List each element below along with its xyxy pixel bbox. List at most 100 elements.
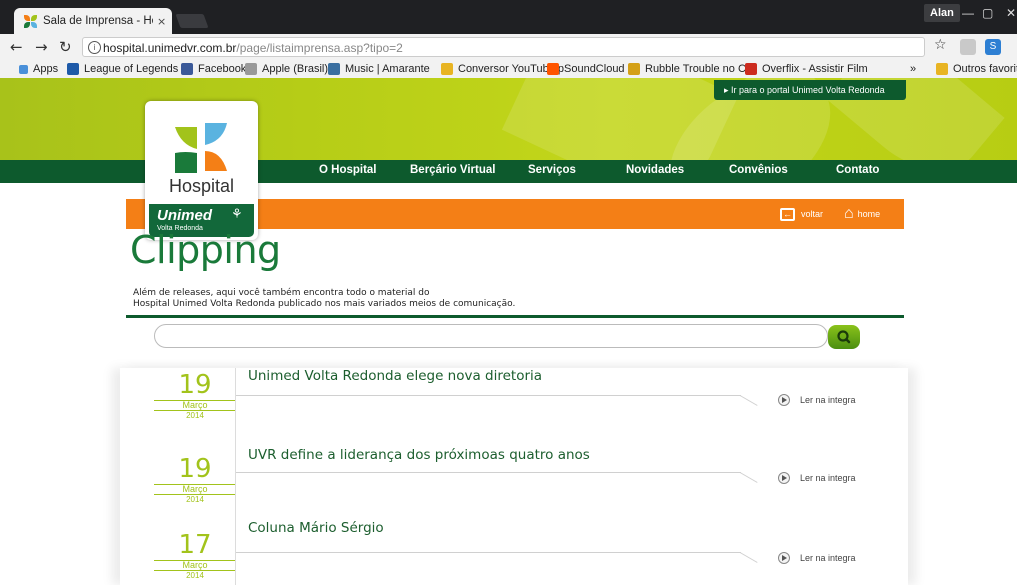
news-year: 2014 <box>186 571 204 580</box>
title-underline <box>236 395 741 396</box>
bookmark-item[interactable]: Apple (Brasil) <box>245 62 328 76</box>
menu-contato[interactable]: Contato <box>836 164 879 176</box>
skype-extension-icon[interactable]: S <box>985 39 1001 55</box>
bookmark-item[interactable]: League of Legends <box>67 62 178 76</box>
news-title[interactable]: UVR define a liderança dos próximoas qua… <box>248 447 590 463</box>
music-icon <box>328 63 340 75</box>
news-date: 19 Março 2014 <box>154 372 236 420</box>
news-year: 2014 <box>186 495 204 504</box>
search-input[interactable] <box>154 324 828 348</box>
bookmark-item[interactable]: Overflix - Assistir Film <box>745 62 868 76</box>
extension-icon[interactable] <box>960 39 976 55</box>
bookmark-item[interactable]: Rubble Trouble no Cl <box>628 62 748 76</box>
converter-icon <box>441 63 453 75</box>
menu-novidades[interactable]: Novidades <box>626 164 684 176</box>
portal-link[interactable]: ▸ Ir para o portal Unimed Volta Redonda <box>714 80 906 100</box>
back-arrow-icon[interactable]: ← <box>10 38 23 56</box>
maximize-icon[interactable]: ▢ <box>982 4 993 22</box>
address-bar[interactable]: i hospital.unimedvr.com.br/page/listaimp… <box>82 37 925 57</box>
bookmark-item[interactable]: SoundCloud <box>547 62 625 76</box>
news-title[interactable]: Unimed Volta Redonda elege nova diretori… <box>248 368 542 384</box>
soundcloud-icon <box>547 63 559 75</box>
bookmark-star-icon[interactable]: ☆ <box>934 37 947 53</box>
home-link[interactable]: ⌂ home <box>844 205 880 223</box>
search-icon <box>837 330 851 344</box>
page-title: Clipping <box>130 228 281 272</box>
news-month: Março <box>154 400 236 411</box>
news-day: 19 <box>178 454 212 484</box>
browser-tab[interactable]: Sala de Imprensa - Hosp × <box>14 8 172 34</box>
menu-servicos[interactable]: Serviços <box>528 164 576 176</box>
search-button[interactable] <box>828 325 860 349</box>
bookmark-label: Music | Amarante <box>345 63 430 75</box>
url-path: /page/listaimprensa.asp?tipo=2 <box>236 41 403 55</box>
underline-bevel <box>739 472 758 483</box>
browser-tabstrip: Sala de Imprensa - Hosp × Alan — ▢ ✕ <box>0 0 1017 34</box>
league-icon <box>67 63 79 75</box>
news-date: 17 Março 2014 <box>154 532 236 580</box>
logo-hospital-text: Hospital <box>168 176 235 196</box>
title-underline <box>236 472 741 473</box>
underline-bevel <box>739 552 758 563</box>
profile-button[interactable]: Alan <box>924 4 960 22</box>
menu-o-hospital[interactable]: O Hospital <box>319 164 377 176</box>
tab-close-icon[interactable]: × <box>157 15 166 28</box>
bookmark-label: Overflix - Assistir Film <box>762 63 868 75</box>
news-list: 19 Março 2014 Unimed Volta Redonda elege… <box>120 368 908 585</box>
read-more-link[interactable]: Ler na integra <box>778 392 856 408</box>
home-icon: ⌂ <box>844 205 854 222</box>
voltar-link[interactable]: ← voltar <box>780 205 823 223</box>
menu-convenios[interactable]: Convênios <box>729 164 788 176</box>
news-day: 19 <box>178 370 212 400</box>
other-bookmarks[interactable]: Outros favoritos <box>936 62 1017 76</box>
news-title[interactable]: Coluna Mário Sérgio <box>248 520 384 536</box>
bookmarks-overflow-button[interactable]: » <box>910 62 916 76</box>
description-line: Além de releases, aqui você também encon… <box>133 288 430 298</box>
reload-icon[interactable]: ↻ <box>59 38 72 56</box>
url-text: hospital.unimedvr.com.br/page/listaimpre… <box>103 38 403 58</box>
divider <box>126 315 904 318</box>
read-more-link[interactable]: Ler na integra <box>778 470 856 486</box>
item-divider <box>235 440 236 516</box>
forward-arrow-icon[interactable]: → <box>35 38 48 56</box>
description-line: Hospital Unimed Volta Redonda publicado … <box>133 299 516 309</box>
overflix-icon <box>745 63 757 75</box>
url-host: hospital.unimedvr.com.br <box>103 41 237 55</box>
news-date: 19 Março 2014 <box>154 456 236 504</box>
news-day: 17 <box>178 530 212 560</box>
news-month: Março <box>154 484 236 495</box>
site-info-icon[interactable]: i <box>88 41 101 54</box>
bookmark-label: Facebook <box>198 63 247 75</box>
item-divider <box>235 368 236 440</box>
hospital-logo[interactable]: Hospital Unimed ⚘ Volta Redonda <box>145 101 258 240</box>
hospital-favicon-icon <box>24 14 37 28</box>
bookmark-item[interactable]: Conversor YouTube p <box>441 62 564 76</box>
facebook-icon <box>181 63 193 75</box>
voltar-label: voltar <box>801 209 824 219</box>
bookmark-label: Apple (Brasil) <box>262 63 329 75</box>
back-icon: ← <box>780 207 795 221</box>
item-divider <box>235 516 236 585</box>
news-month: Março <box>154 560 236 571</box>
bookmark-label: SoundCloud <box>564 63 625 75</box>
close-window-icon[interactable]: ✕ <box>1006 4 1016 22</box>
bookmark-label: Rubble Trouble no Cl <box>645 63 749 75</box>
unimed-tree-icon: ⚘ <box>231 207 243 222</box>
bookmark-item[interactable]: Music | Amarante <box>328 62 430 76</box>
title-underline <box>236 552 741 553</box>
page-content: ▸ Ir para o portal Unimed Volta Redonda … <box>0 78 1017 585</box>
home-label: home <box>857 209 881 219</box>
read-more-label: Ler na integra <box>800 395 856 405</box>
news-year: 2014 <box>186 411 204 420</box>
new-tab-button[interactable] <box>175 14 209 28</box>
menu-bercario-virtual[interactable]: Berçário Virtual <box>410 164 495 176</box>
read-more-link[interactable]: Ler na integra <box>778 550 856 566</box>
rubble-icon <box>628 63 640 75</box>
bookmark-item[interactable]: Facebook <box>181 62 246 76</box>
list-item: 17 Março 2014 Coluna Mário Sérgio Ler na… <box>120 516 908 585</box>
list-item: 19 Março 2014 UVR define a liderança dos… <box>120 440 908 516</box>
bookmark-apps[interactable]: Apps <box>19 62 58 76</box>
bookmark-label: Apps <box>33 63 59 75</box>
apps-grid-icon <box>19 64 28 74</box>
minimize-icon[interactable]: — <box>962 4 974 22</box>
